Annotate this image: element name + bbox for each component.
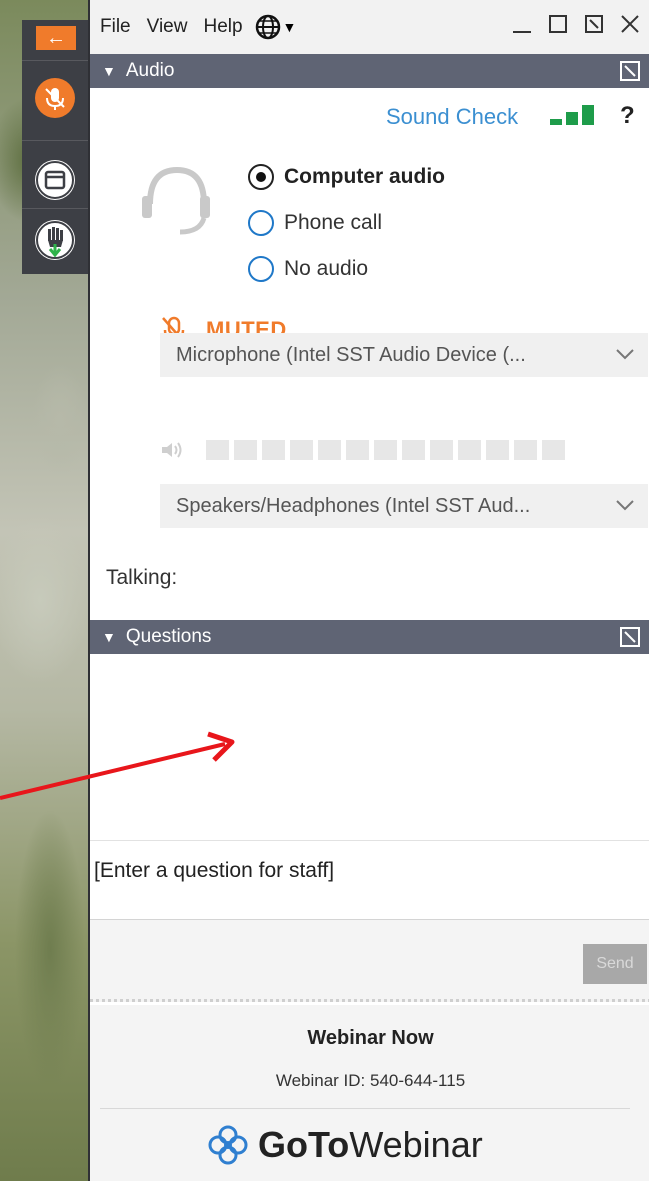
gotowebinar-flower-icon — [208, 1125, 248, 1165]
talking-label: Talking: — [106, 566, 178, 589]
close-icon — [621, 15, 639, 33]
send-area: Send — [90, 920, 649, 1002]
meter-segment — [458, 440, 481, 460]
meter-segment — [234, 440, 257, 460]
audio-section-title: Audio — [125, 60, 175, 81]
radio-button[interactable] — [248, 256, 274, 282]
questions-section-title: Questions — [125, 626, 212, 647]
webinar-title: Webinar Now — [307, 1027, 434, 1049]
maximize-button[interactable] — [547, 13, 569, 35]
audio-option-label: No audio — [284, 257, 369, 280]
toolbar-divider — [22, 140, 88, 141]
signal-strength-icon — [550, 105, 594, 125]
questions-section-header[interactable]: ▼ Questions — [90, 620, 649, 654]
mute-toggle-button[interactable] — [35, 78, 75, 118]
send-button[interactable]: Send — [583, 944, 647, 984]
sound-check-link[interactable]: Sound Check — [386, 104, 518, 130]
popout-icon — [585, 15, 603, 33]
control-panel-toolbar: ← — [22, 20, 88, 274]
speaker-icon — [162, 442, 182, 458]
collapse-triangle-icon: ▼ — [102, 63, 116, 79]
meter-segment — [430, 440, 453, 460]
menu-file[interactable]: File — [100, 16, 131, 38]
globe-icon — [255, 14, 280, 40]
raise-hand-button[interactable] — [35, 220, 75, 260]
popout-icon[interactable] — [619, 626, 641, 648]
toolbar-divider — [22, 208, 88, 209]
meter-segment — [402, 440, 425, 460]
meter-segment — [486, 440, 509, 460]
meter-segment — [542, 440, 565, 460]
raise-hand-icon — [36, 221, 74, 259]
audio-help-button[interactable]: ? — [620, 102, 635, 130]
speaker-level-row — [160, 440, 565, 460]
muted-mic-icon — [45, 88, 65, 110]
arrow-left-icon: ← — [46, 27, 66, 49]
headset-icon — [142, 166, 210, 235]
questions-log — [90, 656, 649, 846]
audio-section-header[interactable]: ▼ Audio — [90, 54, 649, 88]
collapse-triangle-icon: ▼ — [102, 629, 116, 645]
maximize-icon — [549, 15, 567, 33]
brand-webinar: Webinar — [349, 1124, 483, 1165]
meter-segment — [346, 440, 369, 460]
brand-goto: GoTo — [258, 1124, 350, 1165]
minimize-button[interactable] — [511, 13, 533, 35]
speaker-level-meter — [206, 440, 565, 460]
audio-option-label: Computer audio — [284, 165, 445, 188]
radio-button-selected[interactable] — [248, 164, 274, 190]
question-input[interactable]: [Enter a question for staff] — [90, 840, 649, 920]
toolbar-divider — [22, 60, 88, 61]
chevron-down-icon: ▼ — [282, 19, 297, 35]
collapse-panel-button[interactable]: ← — [36, 26, 76, 50]
audio-option-phone[interactable]: Phone call — [248, 210, 382, 236]
menu-help[interactable]: Help — [203, 16, 242, 38]
gotowebinar-window: File View Help ▼ ▼ Audio Sound Check ? C… — [88, 0, 649, 1181]
chevron-down-icon — [616, 349, 634, 360]
popout-window-button[interactable] — [583, 13, 605, 35]
audio-option-computer[interactable]: Computer audio — [248, 164, 445, 190]
close-button[interactable] — [619, 13, 641, 35]
meter-segment — [262, 440, 285, 460]
webinar-id: Webinar ID: 540-644-115 — [275, 1071, 466, 1090]
webinar-footer: Webinar Now Webinar ID: 540-644-115 GoTo… — [90, 1005, 649, 1181]
microphone-select-value: Microphone (Intel SST Audio Device (... — [176, 343, 526, 366]
meter-segment — [514, 440, 537, 460]
popout-icon[interactable] — [619, 60, 641, 82]
screen-icon — [36, 161, 74, 199]
speaker-select-value: Speakers/Headphones (Intel SST Aud... — [176, 494, 531, 517]
minimize-icon — [513, 31, 531, 33]
gotowebinar-logo: GoTo Webinar — [208, 1124, 483, 1166]
speaker-select[interactable]: Speakers/Headphones (Intel SST Aud... — [160, 484, 648, 528]
meter-segment — [374, 440, 397, 460]
meter-segment — [318, 440, 341, 460]
question-input-placeholder: [Enter a question for staff] — [94, 859, 335, 882]
footer-divider — [100, 1108, 630, 1109]
window-controls — [511, 13, 641, 35]
audio-option-none[interactable]: No audio — [248, 256, 368, 282]
language-menu[interactable]: ▼ — [249, 14, 297, 40]
menu-view[interactable]: View — [147, 16, 188, 38]
meter-segment — [290, 440, 313, 460]
meter-segment — [206, 440, 229, 460]
show-screen-button[interactable] — [35, 160, 75, 200]
chevron-down-icon — [616, 500, 634, 511]
menu-bar: File View Help ▼ — [90, 0, 649, 54]
radio-button[interactable] — [248, 210, 274, 236]
audio-option-label: Phone call — [284, 211, 383, 234]
microphone-select[interactable]: Microphone (Intel SST Audio Device (... — [160, 333, 648, 377]
